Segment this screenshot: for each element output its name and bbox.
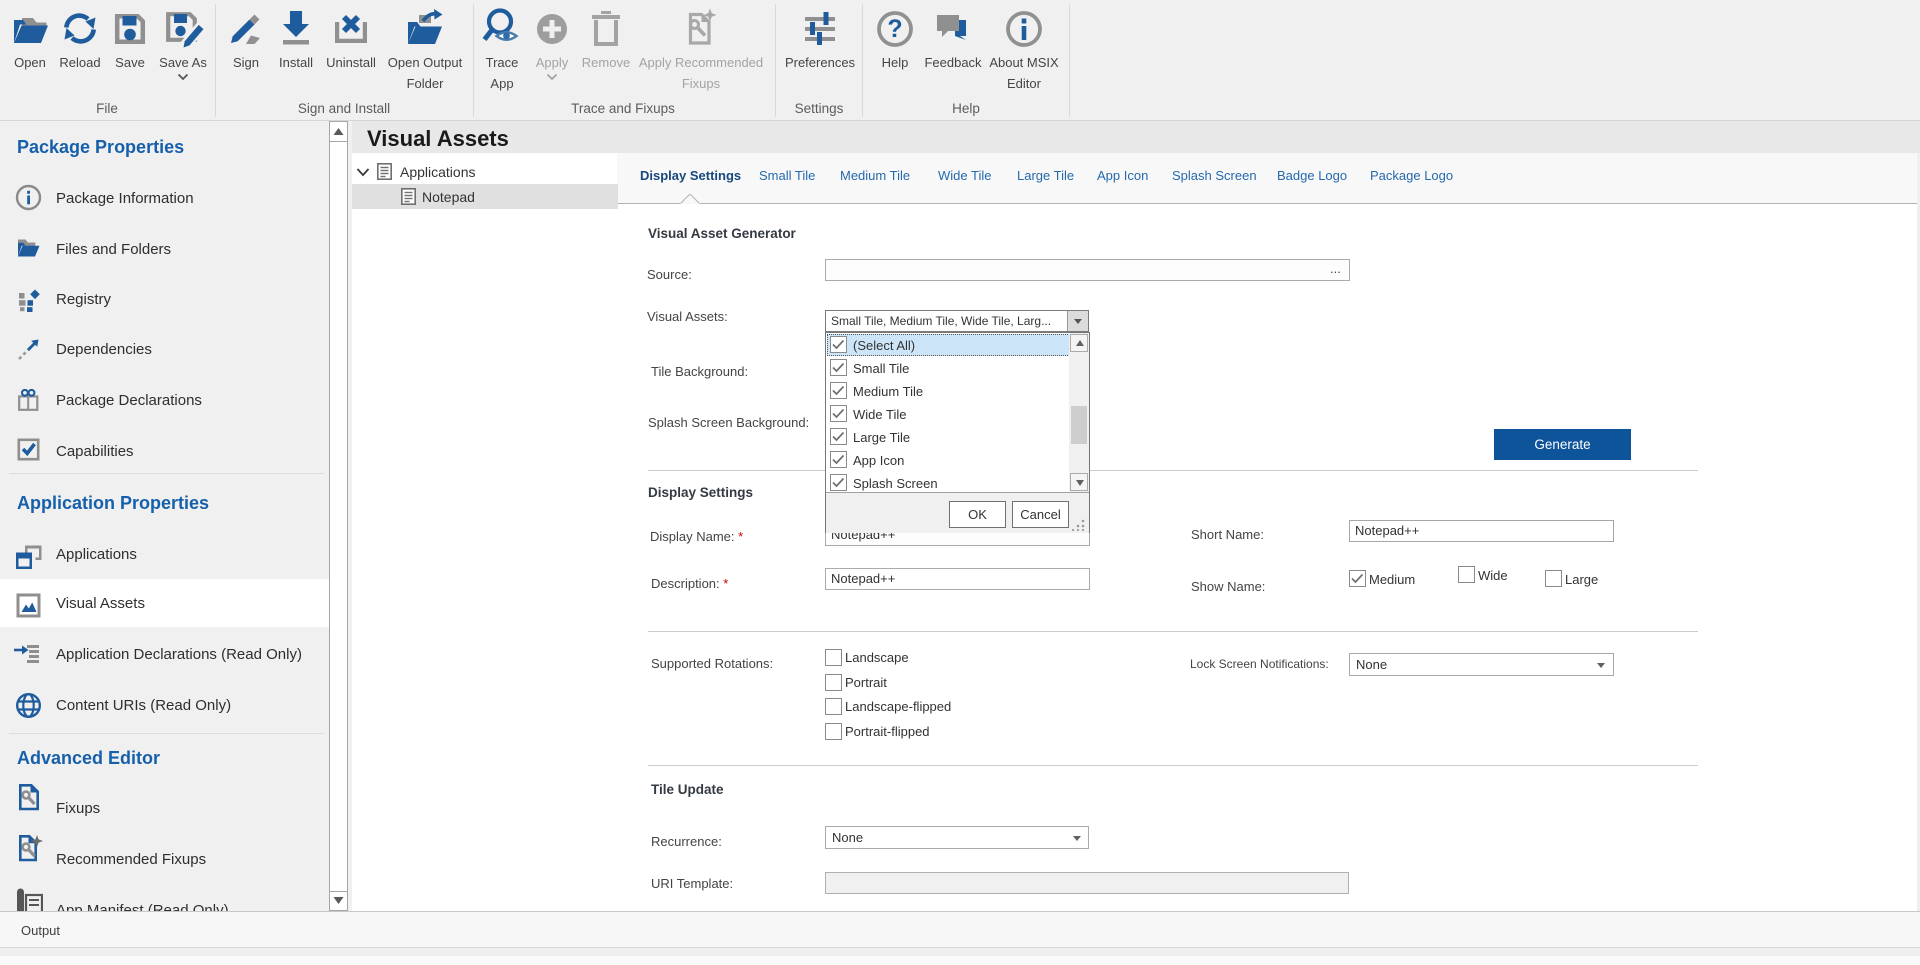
svg-text:?: ?	[887, 15, 902, 43]
